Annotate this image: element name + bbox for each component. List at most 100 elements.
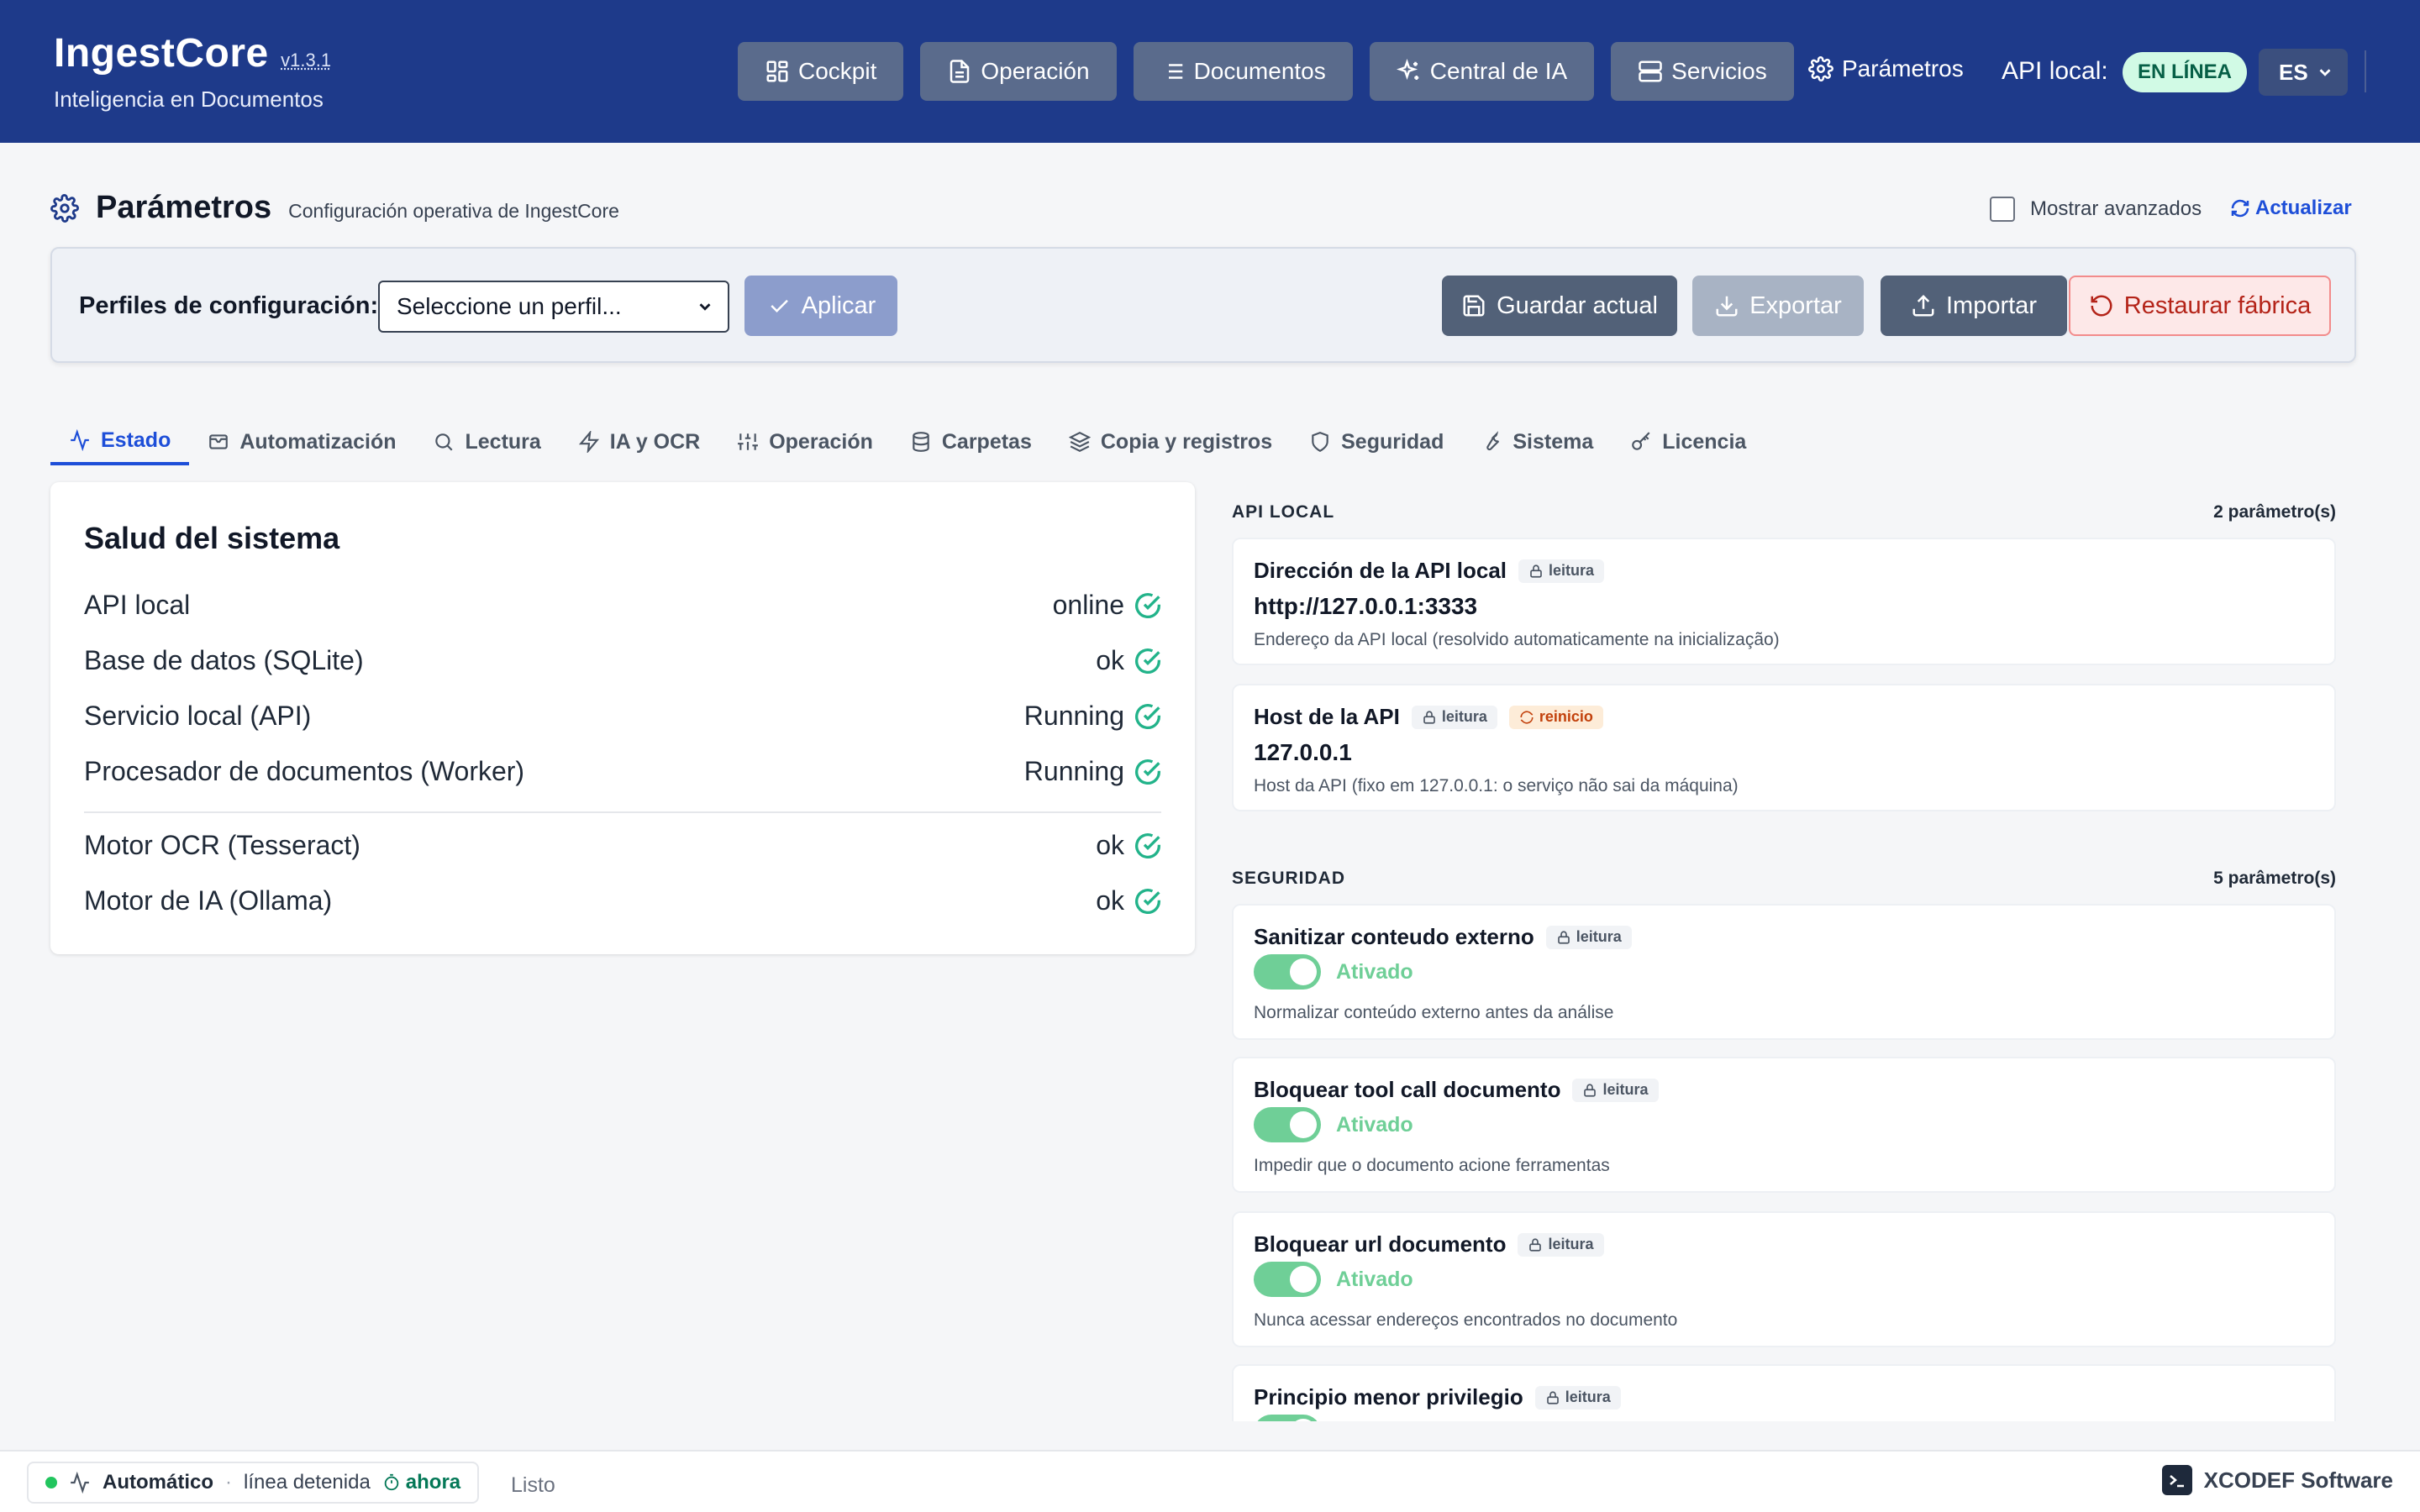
search-icon: [435, 433, 454, 451]
api-status-badge: EN LÍNEA: [2123, 52, 2248, 92]
tab-operacion[interactable]: Operación: [718, 418, 892, 465]
toggle-label: Ativado: [1336, 1112, 1413, 1137]
save-icon: [1463, 295, 1485, 317]
page-heading: Parámetros Configuración operativa de In…: [50, 190, 619, 226]
tab-carpetas[interactable]: Carpetas: [892, 418, 1050, 465]
nav-label: Servicios: [1671, 58, 1767, 84]
database-icon: [913, 432, 929, 452]
param-title-row: Dirección de la API local leitura: [1254, 558, 1605, 584]
tab-label: Seguridad: [1341, 429, 1444, 454]
nav-documentos[interactable]: Documentos: [1133, 42, 1353, 101]
section-header-seguridad: SEGURIDAD 5 parâmetro(s): [1232, 869, 2336, 889]
lock-icon: [1546, 1391, 1559, 1404]
refresh-icon: [2231, 199, 2249, 218]
tab-estado[interactable]: Estado: [50, 418, 190, 465]
health-label: Procesador de documentos (Worker): [84, 756, 525, 786]
gear-icon: [1808, 56, 1833, 81]
toggle-switch[interactable]: [1254, 1107, 1321, 1142]
toggle-switch[interactable]: [1254, 1262, 1321, 1297]
param-description: Endereço da API local (resolvido automat…: [1254, 630, 1780, 649]
export-button[interactable]: Exportar: [1692, 276, 1864, 336]
chip-label: leitura: [1565, 1389, 1611, 1405]
param-card: Host de la API leitura reinicio 127.0.0.…: [1232, 684, 2336, 811]
health-label: Servicio local (API): [84, 701, 312, 731]
settings-tabs: Estado Automatización Lectura IA y OCR O…: [50, 418, 1765, 465]
tab-seguridad[interactable]: Seguridad: [1291, 418, 1462, 465]
nav-servicios[interactable]: Servicios: [1611, 42, 1794, 101]
document-icon: [950, 60, 970, 83]
vendor: XCODEF Software: [2161, 1465, 2393, 1495]
chevron-down-icon: [2319, 69, 2331, 76]
health-value: online: [1052, 590, 1124, 620]
tab-label: Operación: [769, 429, 873, 454]
toggle-switch[interactable]: [1254, 954, 1321, 990]
nav-parametros[interactable]: Parámetros: [1808, 55, 1964, 82]
save-current-button[interactable]: Guardar actual: [1442, 276, 1677, 336]
refresh-button[interactable]: Actualizar: [2230, 197, 2352, 220]
check-circle-icon: [1135, 592, 1160, 618]
page-subtitle: Configuración operativa de IngestCore: [288, 200, 619, 222]
profile-select-value: Seleccione un perfil...: [397, 293, 622, 319]
tab-licencia[interactable]: Licencia: [1612, 418, 1765, 465]
reset-icon: [2091, 295, 2112, 317]
reset-label: Restaurar fábrica: [2123, 291, 2312, 319]
profile-label: Perfiles de configuración:: [79, 292, 379, 319]
lock-icon: [1529, 1238, 1542, 1252]
nav-central-ia[interactable]: Central de IA: [1369, 42, 1595, 101]
import-label: Importar: [1946, 291, 2037, 319]
show-advanced-toggle[interactable]: Mostrar avanzados: [1990, 197, 2202, 222]
wrench-icon: [1486, 431, 1500, 451]
show-advanced-checkbox[interactable]: [1990, 197, 2015, 222]
api-status-label: API local:: [2002, 57, 2108, 85]
tab-automatizacion[interactable]: Automatización: [189, 418, 414, 465]
chip-label: leitura: [1576, 928, 1622, 945]
factory-reset-button[interactable]: Restaurar fábrica: [2069, 276, 2331, 336]
param-description: Impedir que o documento acione ferrament…: [1254, 1156, 1610, 1175]
param-description: Host da API (fixo em 127.0.0.1: o serviç…: [1254, 776, 1739, 795]
health-value: ok: [1096, 830, 1124, 860]
save-label: Guardar actual: [1497, 291, 1658, 319]
apply-button[interactable]: Aplicar: [744, 276, 897, 336]
server-icon: [1639, 60, 1662, 82]
language-select[interactable]: ES: [2259, 49, 2348, 96]
toggle-label: Ativado: [1336, 959, 1413, 984]
restart-chip: reinicio: [1508, 705, 1603, 729]
tab-lectura[interactable]: Lectura: [414, 418, 559, 465]
check-circle-icon: [1135, 759, 1160, 785]
activity-icon: [71, 429, 89, 451]
tab-label: Automatización: [239, 429, 397, 454]
lock-icon: [1423, 711, 1435, 724]
param-title: Bloquear url documento: [1254, 1231, 1507, 1257]
terminal-icon: [2169, 1475, 2184, 1488]
automation-status[interactable]: Automático · línea detenida ahora: [27, 1462, 480, 1504]
app-version[interactable]: v1.3.1: [281, 50, 331, 71]
nav-cockpit[interactable]: Cockpit: [738, 42, 904, 101]
nav-label: Documentos: [1193, 58, 1326, 84]
lock-icon: [1584, 1084, 1597, 1097]
readonly-chip: leitura: [1545, 925, 1632, 949]
section-title: SEGURIDAD: [1232, 869, 1346, 888]
health-value: ok: [1096, 645, 1124, 675]
health-value: Running: [1023, 756, 1124, 786]
readonly-chip: leitura: [1518, 1232, 1604, 1257]
scroll-clip: [1210, 1421, 2386, 1450]
line-status: línea detenida: [244, 1471, 371, 1494]
param-title: Principio menor privilegio: [1254, 1384, 1523, 1410]
profile-select[interactable]: Seleccione un perfil...: [378, 281, 729, 333]
tab-copia-registros[interactable]: Copia y registros: [1050, 418, 1291, 465]
param-title-row: Bloquear url documento leitura: [1254, 1231, 1604, 1257]
tab-ia-ocr[interactable]: IA y OCR: [560, 418, 718, 465]
system-health-card: Salud del sistema API local online Base …: [50, 482, 1195, 954]
import-button[interactable]: Importar: [1881, 276, 2067, 336]
nav-operacion[interactable]: Operación: [920, 42, 1117, 101]
param-title-row: Bloquear tool call documento leitura: [1254, 1077, 1659, 1103]
toggle-row: Ativado: [1254, 1107, 1413, 1142]
gear-icon: [50, 193, 79, 223]
chip-label: leitura: [1602, 1081, 1649, 1098]
refresh-icon: [1520, 710, 1534, 724]
toggle-row: Ativado: [1254, 954, 1413, 990]
chip-label: leitura: [1548, 1236, 1594, 1252]
param-title: Sanitizar conteudo externo: [1254, 924, 1534, 949]
last-update-value: ahora: [405, 1471, 461, 1494]
tab-sistema[interactable]: Sistema: [1462, 418, 1612, 465]
